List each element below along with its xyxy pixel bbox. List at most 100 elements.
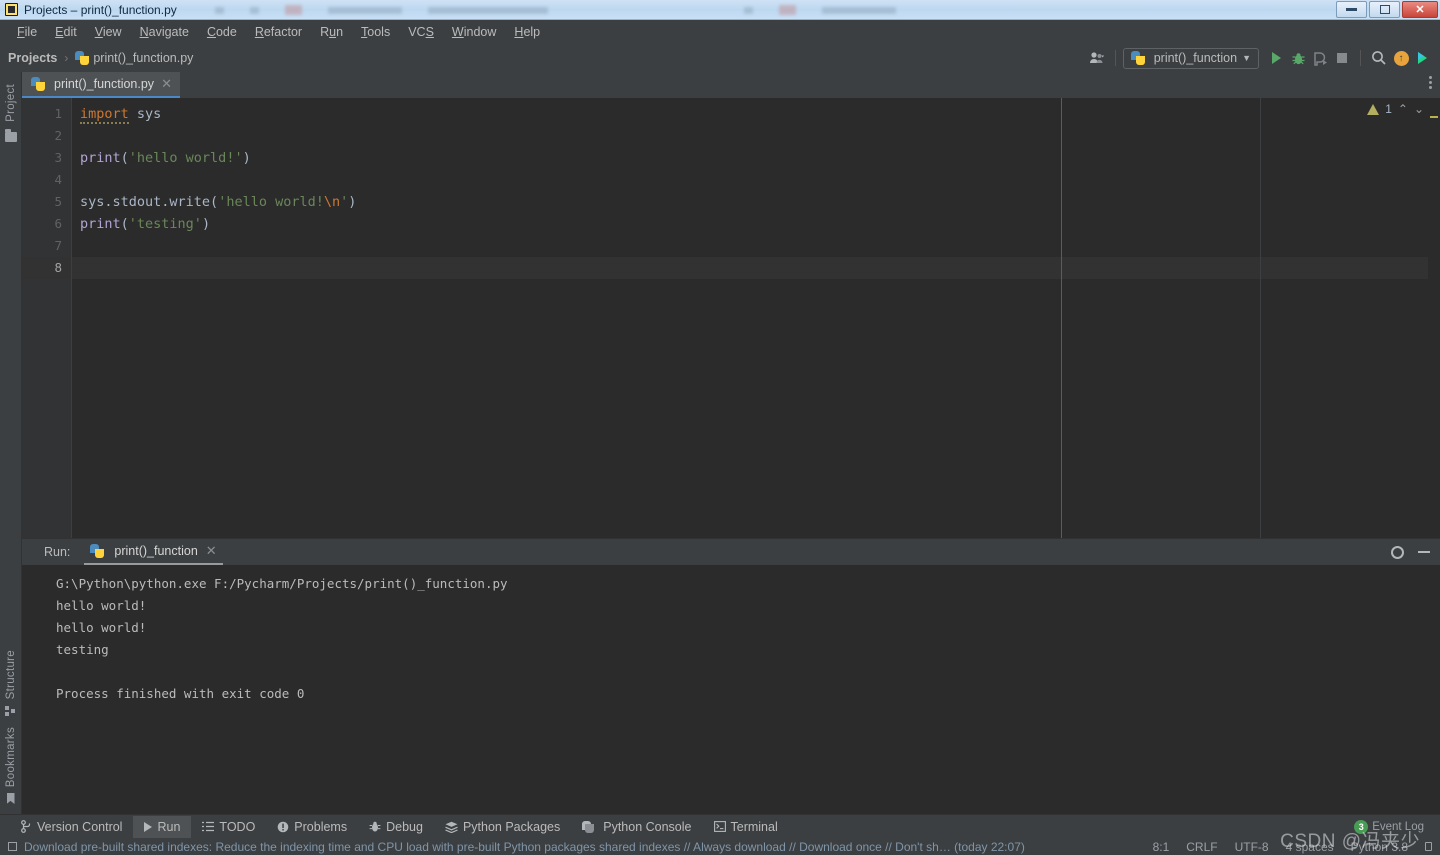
- settings-gear-icon[interactable]: [1391, 545, 1404, 559]
- code-token: \n: [323, 194, 341, 210]
- tool-window-label-terminal: Terminal: [730, 819, 778, 834]
- divider: [1114, 50, 1116, 66]
- run-icon[interactable]: [1265, 47, 1287, 69]
- menu-run[interactable]: Run: [311, 23, 352, 41]
- code-line-2[interactable]: [80, 125, 1440, 147]
- terminal-icon: [713, 821, 726, 832]
- status-bar: Download pre-built shared indexes: Reduc…: [0, 820, 1440, 855]
- code-line-7[interactable]: [80, 235, 1440, 257]
- status-message-group: Download pre-built shared indexes: Reduc…: [8, 840, 1025, 854]
- search-icon[interactable]: [1368, 47, 1390, 69]
- error-stripe[interactable]: [1428, 98, 1440, 538]
- event-log-widget[interactable]: 3 Event Log: [1354, 820, 1424, 834]
- line-number-8[interactable]: 8: [22, 257, 71, 279]
- python-interpreter[interactable]: Python 3.8: [1351, 840, 1408, 854]
- tool-window-python-packages[interactable]: Python Packages: [434, 816, 571, 838]
- code-line-3[interactable]: print('hello world!'): [80, 147, 1440, 169]
- code-line-8[interactable]: [72, 257, 1440, 279]
- code-line-6[interactable]: print('testing'): [80, 213, 1440, 235]
- line-number-2[interactable]: 2: [22, 125, 71, 147]
- editor-tab-print-function[interactable]: print()_function.py ✕: [22, 72, 180, 98]
- bookmark-icon[interactable]: [6, 793, 15, 804]
- run-tool-window: Run: print()_function ✕ G:\Python\python…: [22, 538, 1440, 814]
- tool-window-python-console[interactable]: Python Console: [571, 816, 702, 838]
- menu-file[interactable]: File: [8, 23, 46, 41]
- window-controls: ✕: [1336, 1, 1438, 18]
- code-token: sys: [136, 106, 162, 122]
- structure-icon[interactable]: [5, 705, 16, 717]
- debug-icon[interactable]: [1287, 47, 1309, 69]
- notification-icon[interactable]: [8, 842, 17, 851]
- code-line-1[interactable]: import sys: [80, 103, 1440, 125]
- indent-setting[interactable]: 4 spaces: [1286, 840, 1334, 854]
- encoding[interactable]: UTF-8: [1235, 840, 1269, 854]
- menu-vcs[interactable]: VCS: [399, 23, 443, 41]
- breadcrumb-file[interactable]: print()_function.py: [93, 51, 193, 65]
- menu-view[interactable]: View: [86, 23, 131, 41]
- breadcrumb-root[interactable]: Projects: [8, 51, 57, 65]
- inspection-widget[interactable]: 1 ⌃ ⌄: [1367, 102, 1424, 116]
- chevron-down-icon[interactable]: ⌄: [1414, 102, 1424, 116]
- menu-tools[interactable]: Tools: [352, 23, 399, 41]
- sidebar-item-bookmarks[interactable]: Bookmarks: [5, 721, 17, 793]
- code-line-5[interactable]: sys.stdout.write('hello world!\n'): [80, 191, 1440, 213]
- menu-edit[interactable]: Edit: [46, 23, 86, 41]
- tool-window-version-control[interactable]: Version Control: [10, 816, 133, 838]
- code-with-me-icon[interactable]: [1412, 47, 1434, 69]
- run-session-tab[interactable]: print()_function ✕: [84, 539, 223, 565]
- warning-triangle-icon: [1367, 103, 1380, 115]
- line-number-7[interactable]: 7: [22, 235, 71, 257]
- code-token: (: [120, 150, 129, 166]
- tool-window-run[interactable]: Run: [133, 815, 192, 838]
- line-separator[interactable]: CRLF: [1186, 840, 1217, 854]
- run-configuration-selector[interactable]: print()_function ▼: [1122, 47, 1259, 69]
- folder-icon[interactable]: [4, 128, 17, 142]
- tool-window-todo[interactable]: TODO: [191, 816, 266, 838]
- editor-tab-bar: print()_function.py ✕: [22, 72, 1440, 98]
- line-number-5[interactable]: 5: [22, 191, 71, 213]
- menu-help[interactable]: Help: [505, 23, 549, 41]
- line-number-1[interactable]: 1: [22, 103, 71, 125]
- sidebar-item-project[interactable]: Project: [5, 78, 17, 128]
- coverage-icon[interactable]: [1309, 47, 1331, 69]
- python-config-icon: [1130, 51, 1145, 65]
- console-output[interactable]: G:\Python\python.exe F:/Pycharm/Projects…: [22, 565, 1440, 814]
- rail-bottom-group: Structure Bookmarks: [5, 644, 17, 814]
- right-margin-guide: [1061, 98, 1062, 538]
- warning-stripe-mark: [1430, 116, 1438, 118]
- chevron-down-icon: ▼: [1242, 53, 1251, 63]
- event-log-badge: 3: [1354, 820, 1369, 834]
- stop-icon[interactable]: [1331, 47, 1353, 69]
- caret-position[interactable]: 8:1: [1153, 840, 1170, 854]
- tool-window-problems[interactable]: Problems: [266, 816, 358, 838]
- menu-refactor[interactable]: Refactor: [246, 23, 311, 41]
- code-line-4[interactable]: [80, 169, 1440, 191]
- tool-window-terminal[interactable]: Terminal: [703, 816, 789, 838]
- close-icon-run[interactable]: ✕: [206, 543, 217, 559]
- minimize-button[interactable]: [1336, 1, 1367, 18]
- tool-window-debug[interactable]: Debug: [358, 816, 434, 838]
- minimize-icon[interactable]: [1418, 551, 1430, 553]
- menu-window[interactable]: Window: [443, 23, 505, 41]
- sidebar-item-structure[interactable]: Structure: [5, 644, 17, 705]
- lock-icon[interactable]: [1425, 842, 1432, 851]
- line-number-6[interactable]: 6: [22, 213, 71, 235]
- window-title: Projects – print()_function.py: [24, 2, 177, 17]
- code-editor: 12345678 import sys print('hello world!'…: [22, 98, 1440, 538]
- code-content[interactable]: import sys print('hello world!') sys.std…: [72, 98, 1440, 538]
- close-button[interactable]: ✕: [1402, 1, 1438, 18]
- line-number-3[interactable]: 3: [22, 147, 71, 169]
- background-window-ghosts: [215, 0, 1115, 20]
- user-icon[interactable]: [1086, 47, 1108, 69]
- menu-navigate[interactable]: Navigate: [131, 23, 198, 41]
- menu-code[interactable]: Code: [198, 23, 246, 41]
- line-number-4[interactable]: 4: [22, 169, 71, 191]
- update-icon[interactable]: ↑: [1390, 47, 1412, 69]
- code-token: ): [201, 216, 211, 232]
- status-message[interactable]: Download pre-built shared indexes: Reduc…: [24, 840, 1025, 854]
- chevron-up-icon[interactable]: ⌃: [1398, 102, 1408, 116]
- restore-button[interactable]: [1369, 1, 1400, 18]
- close-icon[interactable]: ✕: [161, 76, 172, 92]
- tool-window-label-problems: Problems: [294, 819, 348, 834]
- editor-options-kebab-icon[interactable]: [1429, 76, 1432, 89]
